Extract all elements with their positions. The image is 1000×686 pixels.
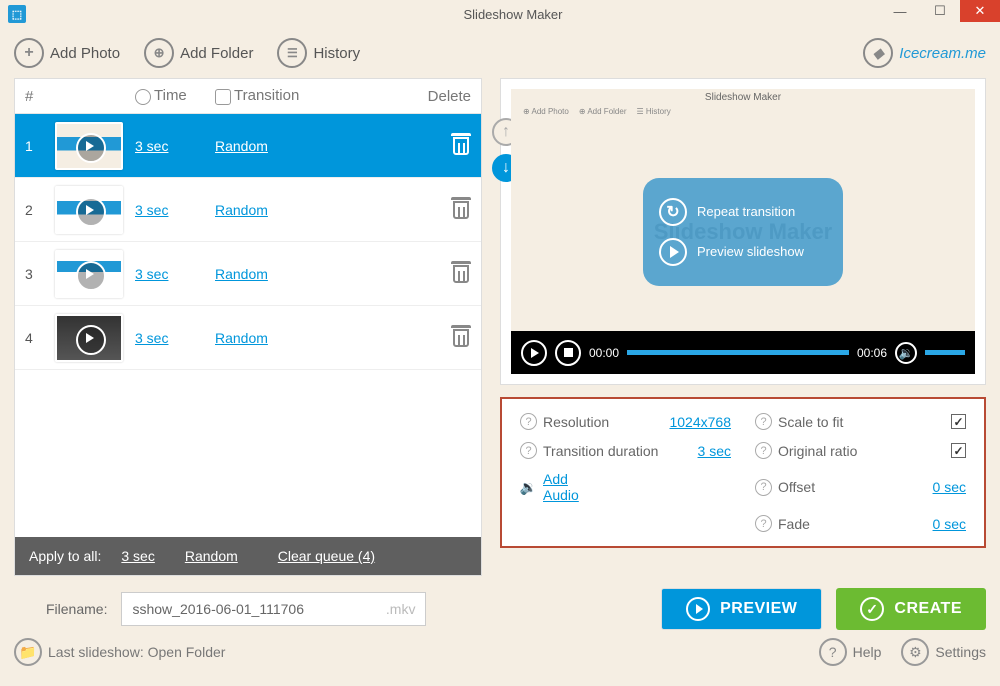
app-icon: ⬚ <box>8 5 26 23</box>
player-play-button[interactable] <box>521 340 547 366</box>
preview-button[interactable]: PREVIEW <box>661 588 822 630</box>
delete-icon[interactable] <box>451 197 471 219</box>
preview-slideshow-button[interactable]: Preview slideshow <box>659 232 827 272</box>
table-row[interactable]: 1 3 sec Random <box>15 114 481 178</box>
brand-link[interactable]: ◆ Icecream.me <box>863 38 986 68</box>
maximize-button[interactable]: ☐ <box>920 0 960 22</box>
play-icon <box>686 597 710 621</box>
settings-button[interactable]: ⚙ Settings <box>901 638 986 666</box>
transition-icon <box>215 89 231 105</box>
table-row[interactable]: 2 3 sec Random <box>15 178 481 242</box>
help-icon[interactable]: ? <box>755 479 772 496</box>
table-row[interactable]: 3 3 sec Random <box>15 242 481 306</box>
add-photo-button[interactable]: + Add Photo <box>14 38 120 68</box>
open-folder-link[interactable]: 📁 Last slideshow: Open Folder <box>14 638 225 666</box>
help-icon[interactable]: ? <box>755 515 772 532</box>
apply-all-time[interactable]: 3 sec <box>121 548 154 564</box>
time-link[interactable]: 3 sec <box>135 138 168 154</box>
filename-label: Filename: <box>46 601 107 617</box>
preview-panel: Slideshow Maker ⊕ Add Photo⊕ Add Folder☰… <box>500 78 986 385</box>
original-ratio-checkbox[interactable] <box>951 443 966 458</box>
time-elapsed: 00:00 <box>589 346 619 360</box>
time-link[interactable]: 3 sec <box>135 202 168 218</box>
slide-thumbnail[interactable] <box>55 314 123 362</box>
play-icon <box>659 238 687 266</box>
time-link[interactable]: 3 sec <box>135 330 168 346</box>
transition-link[interactable]: Random <box>215 138 268 154</box>
time-link[interactable]: 3 sec <box>135 266 168 282</box>
check-icon <box>860 597 884 621</box>
create-button[interactable]: CREATE <box>836 588 986 630</box>
help-button[interactable]: ? Help <box>819 638 882 666</box>
slide-thumbnail[interactable] <box>55 250 123 298</box>
repeat-icon <box>659 198 687 226</box>
gear-icon: ⚙ <box>901 638 929 666</box>
slide-thumbnail[interactable] <box>55 186 123 234</box>
mute-button[interactable]: 🔉 <box>895 342 917 364</box>
apply-to-all-bar: Apply to all: 3 sec Random Clear queue (… <box>15 537 481 575</box>
help-icon[interactable]: ? <box>755 413 772 430</box>
icecream-icon: ◆ <box>863 38 893 68</box>
resolution-value[interactable]: 1024x768 <box>669 414 731 430</box>
repeat-transition-button[interactable]: Repeat transition <box>659 192 827 232</box>
transition-link[interactable]: Random <box>215 202 268 218</box>
slides-table-header: # Time Transition Delete <box>15 79 481 114</box>
preview-popup: Repeat transition Preview slideshow <box>643 178 843 286</box>
player-stop-button[interactable] <box>555 340 581 366</box>
window-title: Slideshow Maker <box>26 7 1000 22</box>
apply-all-transition[interactable]: Random <box>185 548 238 564</box>
slide-thumbnail[interactable] <box>55 122 123 170</box>
add-audio-link[interactable]: Add Audio <box>543 471 579 503</box>
settings-panel: ? Resolution 1024x768 ? Scale to fit ? T… <box>500 397 986 548</box>
transition-link[interactable]: Random <box>215 266 268 282</box>
help-icon[interactable]: ? <box>755 442 772 459</box>
table-row[interactable]: 4 3 sec Random <box>15 306 481 370</box>
clear-queue-link[interactable]: Clear queue (4) <box>278 548 375 564</box>
delete-icon[interactable] <box>451 325 471 347</box>
transition-duration-value[interactable]: 3 sec <box>698 443 731 459</box>
delete-icon[interactable] <box>451 133 471 155</box>
transition-link[interactable]: Random <box>215 330 268 346</box>
scale-to-fit-checkbox[interactable] <box>951 414 966 429</box>
delete-icon[interactable] <box>451 261 471 283</box>
fade-value[interactable]: 0 sec <box>933 516 966 532</box>
list-icon: ☰ <box>277 38 307 68</box>
time-total: 00:06 <box>857 346 887 360</box>
header-num: # <box>25 88 55 105</box>
volume-slider[interactable] <box>925 350 965 355</box>
filename-input[interactable]: sshow_2016-06-01_111706 .mkv <box>121 592 426 626</box>
close-button[interactable]: ✕ <box>960 0 1000 22</box>
help-icon[interactable]: ? <box>520 413 537 430</box>
progress-bar[interactable] <box>627 350 849 355</box>
clock-icon <box>135 89 151 105</box>
history-button[interactable]: ☰ History <box>277 38 360 68</box>
add-folder-button[interactable]: ⊕ Add Folder <box>144 38 253 68</box>
plus-icon: + <box>14 38 44 68</box>
folder-plus-icon: ⊕ <box>144 38 174 68</box>
folder-icon: 📁 <box>14 638 42 666</box>
offset-value[interactable]: 0 sec <box>933 479 966 495</box>
speaker-icon: 🔉 <box>520 479 537 496</box>
help-icon: ? <box>819 638 847 666</box>
minimize-button[interactable]: — <box>880 0 920 22</box>
help-icon[interactable]: ? <box>520 442 537 459</box>
